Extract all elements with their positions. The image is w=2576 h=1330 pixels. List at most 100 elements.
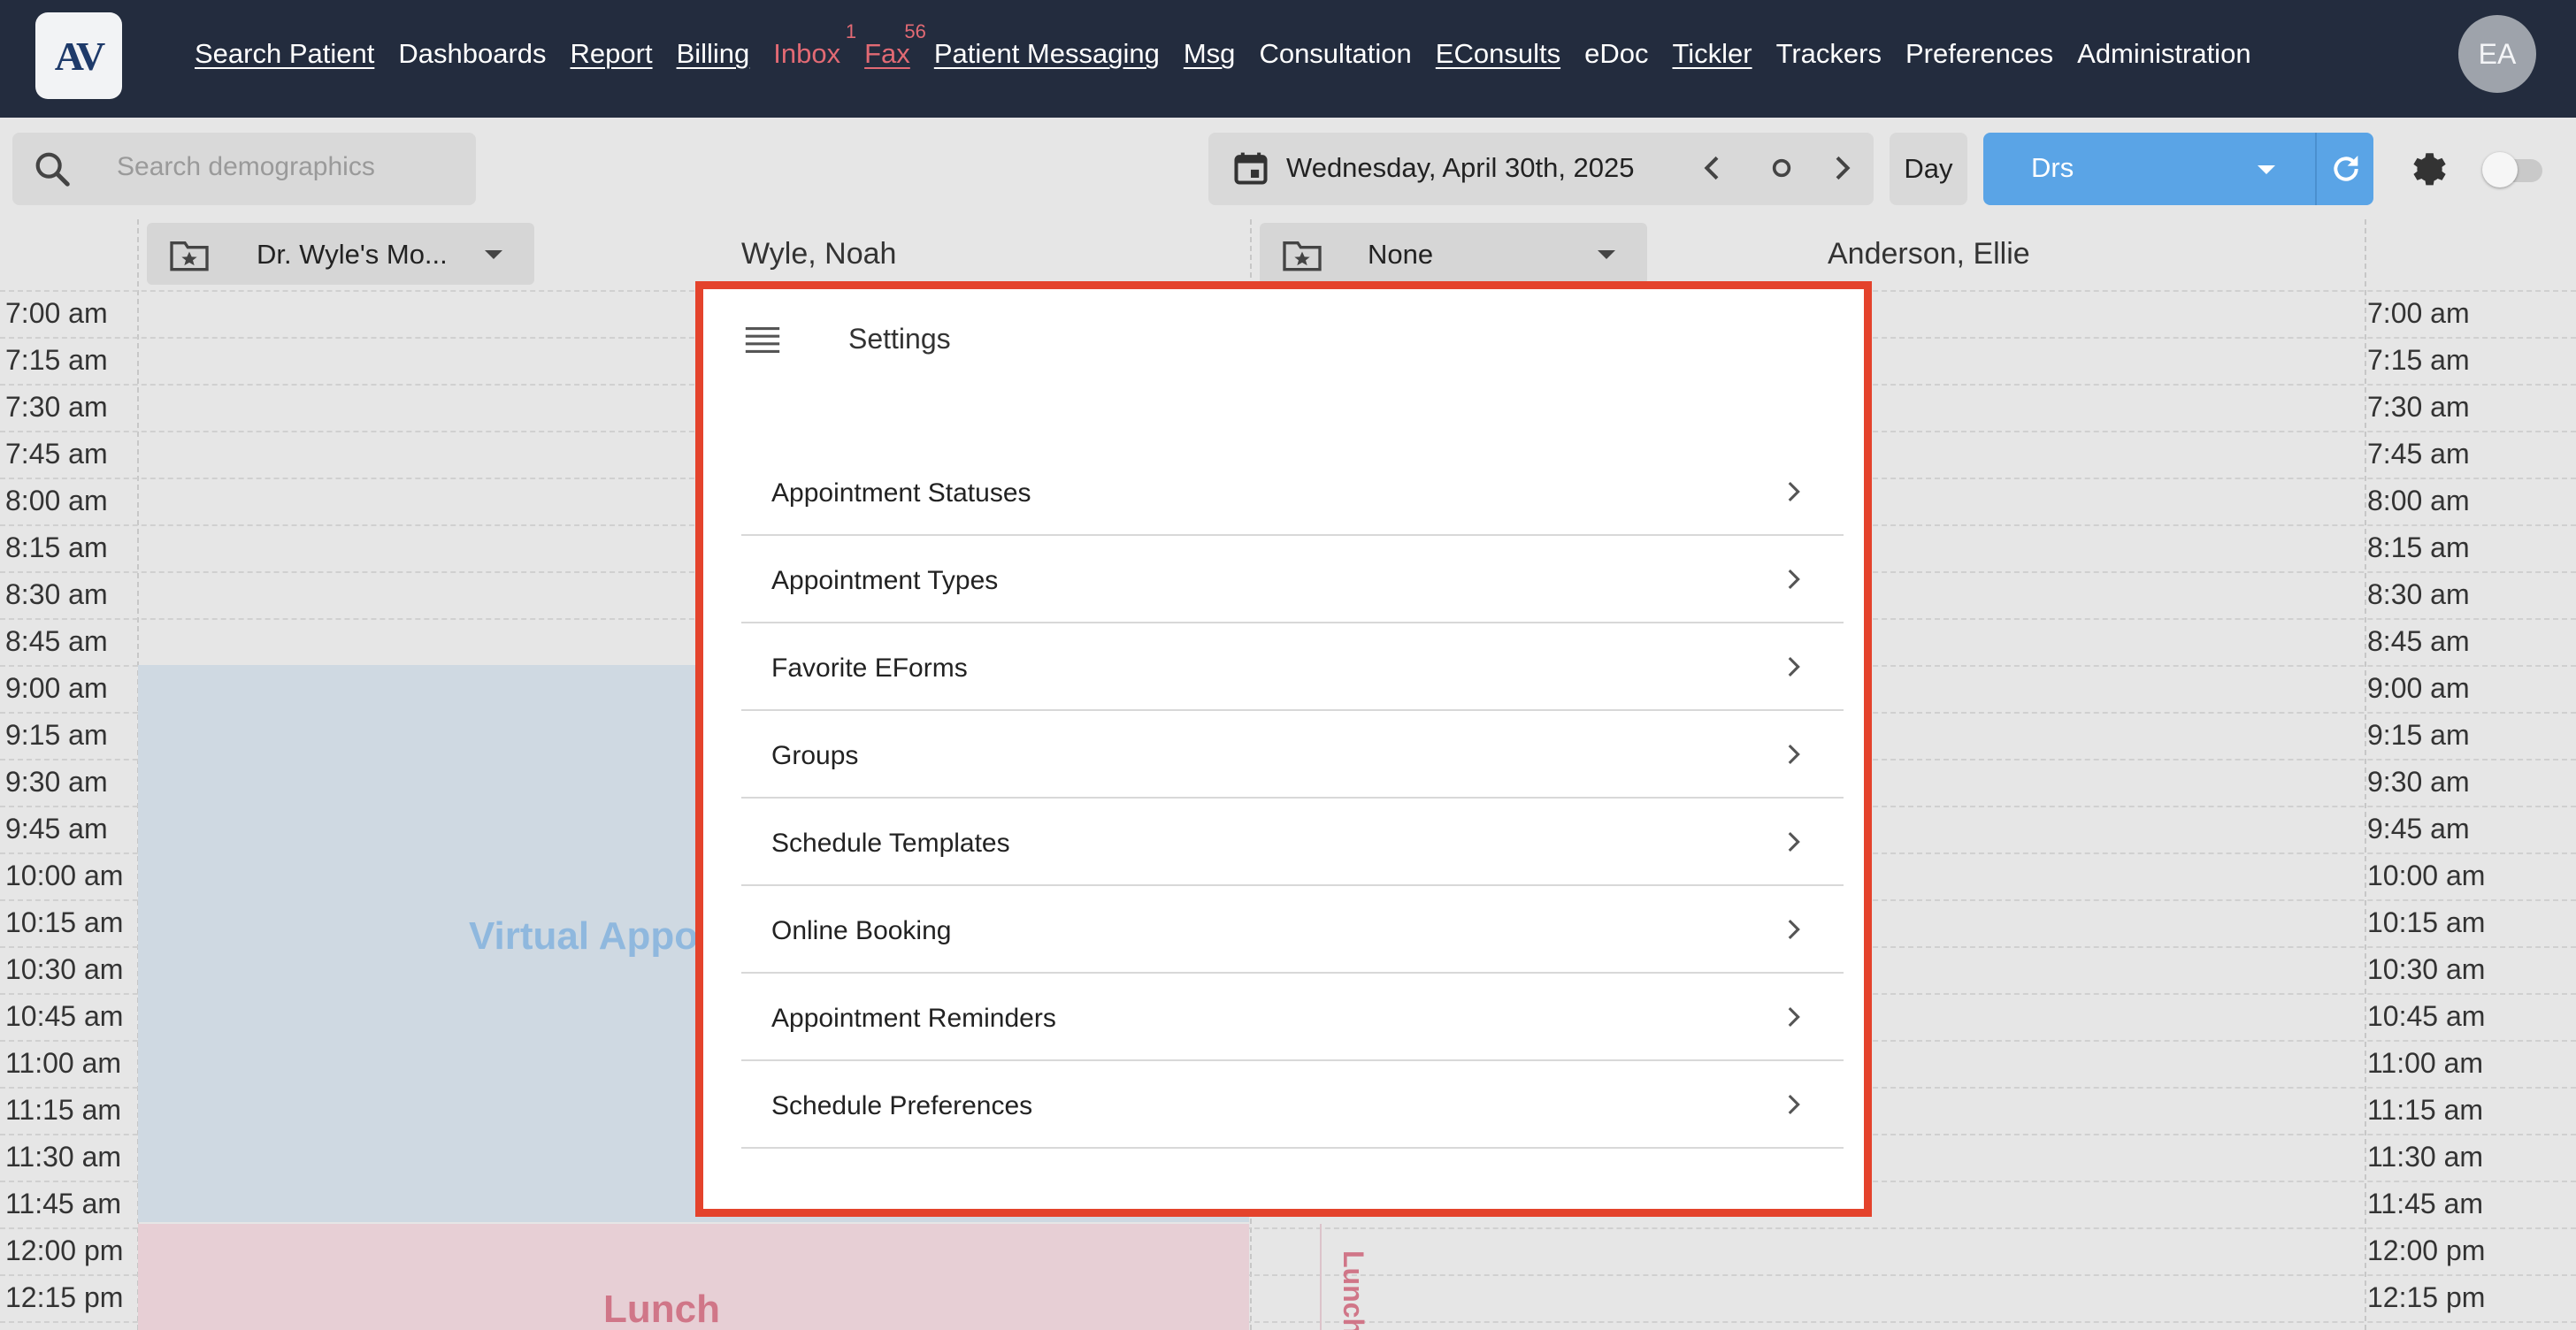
time-label-left: 8:15 am [5, 531, 108, 563]
date-picker[interactable]: Wednesday, April 30th, 2025 [1208, 133, 1874, 205]
time-label-left: 10:30 am [5, 953, 124, 985]
nav-administration[interactable]: Administration [2077, 38, 2250, 70]
app-logo[interactable]: AV [35, 12, 122, 99]
provider-template-value: None [1368, 239, 1434, 270]
time-label-right: 11:30 am [2367, 1141, 2484, 1173]
settings-item-favorite-eforms[interactable]: Favorite EForms [741, 623, 1844, 711]
time-label-right: 12:00 pm [2367, 1234, 2486, 1266]
chevron-right-icon [1788, 1006, 1800, 1028]
view-toggle[interactable] [2482, 150, 2546, 187]
day-view-button[interactable]: Day [1890, 133, 1967, 205]
nav-consultation[interactable]: Consultation [1259, 38, 1411, 70]
settings-item-label: Appointment Types [771, 566, 999, 595]
time-label-left: 12:15 pm [5, 1281, 124, 1313]
settings-item-groups[interactable]: Groups [741, 711, 1844, 799]
settings-item-schedule-templates[interactable]: Schedule Templates [741, 799, 1844, 886]
time-label-left: 8:45 am [5, 625, 108, 657]
time-label-left: 7:00 am [5, 297, 108, 329]
nav-preferences[interactable]: Preferences [1905, 38, 2053, 70]
time-label-right: 8:15 am [2367, 531, 2470, 563]
settings-item-appointment-reminders[interactable]: Appointment Reminders [741, 974, 1844, 1061]
time-label-right: 9:30 am [2367, 766, 2470, 798]
settings-item-online-booking[interactable]: Online Booking [741, 886, 1844, 974]
time-label-left: 11:15 am [5, 1094, 122, 1126]
provider-template-select-anderson[interactable]: None [1260, 223, 1647, 285]
gear-icon[interactable] [2404, 147, 2449, 191]
chevron-right-icon[interactable] [1824, 150, 1859, 186]
time-label-right: 9:00 am [2367, 672, 2470, 704]
main-nav: Search Patient Dashboards Report Billing… [195, 0, 2275, 108]
settings-item-appointment-statuses[interactable]: Appointment Statuses [741, 448, 1844, 536]
caret-down-icon [2258, 165, 2275, 174]
settings-item-label: Online Booking [771, 916, 952, 945]
time-label-right: 10:45 am [2367, 1000, 2486, 1032]
search-demographics-input[interactable]: Search demographics [12, 133, 476, 205]
nav-trackers[interactable]: Trackers [1776, 38, 1882, 70]
chevron-right-icon [1788, 569, 1800, 590]
chevron-left-icon[interactable] [1695, 150, 1730, 186]
refresh-icon [2334, 156, 2358, 181]
chevron-right-icon [1788, 744, 1800, 765]
time-label-right: 11:45 am [2367, 1188, 2484, 1219]
time-label-right: 7:45 am [2367, 438, 2470, 470]
nav-search-patient[interactable]: Search Patient [195, 38, 374, 70]
nav-inbox[interactable]: Inbox 1 [773, 20, 856, 70]
current-date: Wednesday, April 30th, 2025 [1286, 152, 1635, 183]
folder-star-icon [170, 241, 209, 271]
nav-fax[interactable]: Fax 56 [864, 20, 926, 70]
settings-item-label: Appointment Statuses [771, 478, 1031, 508]
refresh-button[interactable] [2315, 133, 2373, 205]
lunch-side-block[interactable]: Lunch [1320, 1224, 1387, 1330]
chevron-right-icon [1788, 1094, 1800, 1115]
chevron-right-icon [1788, 919, 1800, 940]
inbox-count-badge: 1 [845, 20, 857, 42]
folder-star-icon [1283, 241, 1322, 271]
nav-billing[interactable]: Billing [677, 38, 750, 70]
nav-tickler[interactable]: Tickler [1672, 38, 1752, 70]
time-label-right: 11:00 am [2367, 1047, 2484, 1079]
time-label-left: 9:15 am [5, 719, 108, 751]
nav-patient-messaging[interactable]: Patient Messaging [934, 38, 1160, 70]
menu-lines-icon[interactable] [742, 323, 783, 358]
settings-list: Appointment Statuses Appointment Types F… [741, 448, 1844, 1149]
nav-econsults[interactable]: EConsults [1436, 38, 1560, 70]
today-circle-icon[interactable] [1764, 150, 1799, 186]
time-label-right: 7:00 am [2367, 297, 2470, 329]
nav-dashboards[interactable]: Dashboards [398, 38, 546, 70]
user-avatar[interactable]: EA [2458, 15, 2536, 93]
fax-count-badge: 56 [904, 20, 926, 42]
time-label-right: 11:15 am [2367, 1094, 2484, 1126]
time-label-right: 12:15 pm [2367, 1281, 2486, 1313]
settings-item-label: Appointment Reminders [771, 1004, 1056, 1033]
nav-edoc[interactable]: eDoc [1584, 38, 1648, 70]
chevron-right-icon [1788, 656, 1800, 677]
lunch-block[interactable]: Lunch Lunch [138, 1224, 1369, 1330]
settings-item-appointment-types[interactable]: Appointment Types [741, 536, 1844, 623]
time-label-left: 10:15 am [5, 906, 124, 938]
settings-item-label: Schedule Preferences [771, 1091, 1033, 1120]
caret-down-icon [1598, 250, 1615, 259]
nav-report[interactable]: Report [571, 38, 653, 70]
settings-item-label: Favorite EForms [771, 654, 968, 683]
time-label-left: 11:30 am [5, 1141, 122, 1173]
time-label-left: 10:00 am [5, 860, 124, 891]
time-label-right: 8:00 am [2367, 485, 2470, 516]
settings-item-schedule-preferences[interactable]: Schedule Preferences [741, 1061, 1844, 1149]
time-label-left: 7:15 am [5, 344, 108, 376]
provider-name-wyle: Wyle, Noah [741, 237, 897, 271]
time-label-left: 8:30 am [5, 578, 108, 610]
time-label-right: 8:45 am [2367, 625, 2470, 657]
nav-fax-label: Fax [864, 38, 910, 69]
time-label-left: 11:00 am [5, 1047, 122, 1079]
group-select[interactable]: Drs [1983, 133, 2315, 205]
time-label-right: 9:15 am [2367, 719, 2470, 751]
chevron-right-icon [1788, 481, 1800, 502]
top-nav-bar: AV Search Patient Dashboards Report Bill… [0, 0, 2576, 118]
provider-template-select-wyle[interactable]: Dr. Wyle's Mo... [147, 223, 534, 285]
lunch-label: Lunch [603, 1288, 720, 1330]
time-label-right: 10:00 am [2367, 860, 2486, 891]
nav-msg[interactable]: Msg [1184, 38, 1236, 70]
settings-item-label: Schedule Templates [771, 829, 1010, 858]
search-placeholder: Search demographics [117, 152, 375, 181]
time-label-left: 12:00 pm [5, 1234, 124, 1266]
